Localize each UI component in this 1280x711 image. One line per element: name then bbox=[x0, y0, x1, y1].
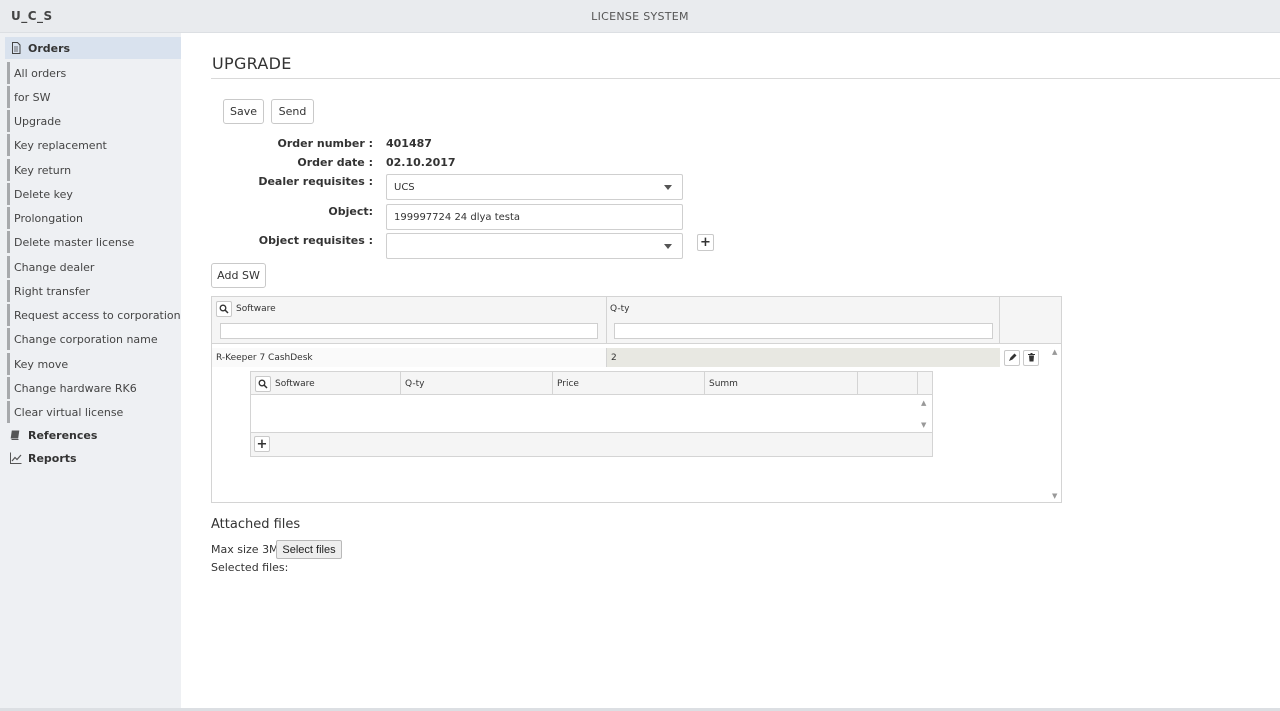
sidebar-item-delete-key[interactable]: Delete key bbox=[7, 183, 177, 205]
sidebar-item-change-corporation-name[interactable]: Change corporation name bbox=[7, 328, 177, 350]
sidebar-item-delete-master-license[interactable]: Delete master license bbox=[7, 231, 177, 253]
object-requisites-select[interactable] bbox=[386, 233, 683, 259]
software-filter-input[interactable] bbox=[220, 323, 598, 339]
sidebar-section-label: Reports bbox=[28, 451, 77, 465]
delete-row-button[interactable] bbox=[1023, 350, 1039, 366]
app-title: LICENSE SYSTEM bbox=[591, 10, 689, 23]
sidebar-item-request-access[interactable]: Request access to corporation bbox=[7, 304, 181, 326]
select-files-button[interactable]: Select files bbox=[276, 540, 342, 559]
top-bar: U_C_S LICENSE SYSTEM bbox=[0, 0, 1280, 33]
nested-grid-footer: + bbox=[251, 432, 932, 456]
nested-column-qty[interactable]: Q-ty bbox=[401, 372, 553, 395]
scroll-down-icon[interactable]: ▼ bbox=[921, 421, 926, 429]
add-sw-button[interactable]: Add SW bbox=[211, 263, 266, 288]
chart-line-icon bbox=[10, 452, 22, 464]
chevron-down-icon bbox=[664, 244, 672, 249]
add-nested-row-button[interactable]: + bbox=[254, 436, 270, 452]
software-grid: Software Q-ty R-Keeper 7 CashDesk 2 ▲ ▼ bbox=[211, 296, 1062, 503]
nested-column-actions bbox=[858, 372, 918, 395]
object-value: 199997724 24 dlya testa bbox=[394, 211, 521, 223]
sidebar-item-key-replacement[interactable]: Key replacement bbox=[7, 134, 177, 156]
cell-qty[interactable]: 2 bbox=[607, 348, 1000, 367]
nested-column-software[interactable]: Software bbox=[251, 372, 401, 395]
trash-icon bbox=[1027, 352, 1036, 365]
sidebar-section-label: Orders bbox=[28, 41, 71, 55]
column-label: Software bbox=[275, 378, 315, 389]
sidebar-section-orders[interactable]: Orders bbox=[5, 37, 181, 59]
search-icon[interactable] bbox=[216, 301, 232, 317]
sidebar-item-change-dealer[interactable]: Change dealer bbox=[7, 256, 177, 278]
object-label: Object: bbox=[328, 205, 373, 218]
sidebar: Orders All orders for SW Upgrade Key rep… bbox=[0, 33, 181, 711]
cell-software: R-Keeper 7 CashDesk bbox=[212, 348, 607, 367]
sidebar-section-reports[interactable]: Reports bbox=[5, 447, 181, 469]
order-date-label: Order date : bbox=[297, 156, 373, 169]
column-label: Q-ty bbox=[610, 304, 630, 314]
sidebar-item-key-move[interactable]: Key move bbox=[7, 353, 177, 375]
search-icon[interactable] bbox=[255, 375, 271, 392]
sidebar-section-label: References bbox=[28, 428, 98, 442]
nested-column-summ[interactable]: Summ bbox=[705, 372, 858, 395]
object-requisites-label: Object requisites : bbox=[258, 234, 373, 247]
sidebar-item-all-orders[interactable]: All orders bbox=[7, 62, 177, 84]
dealer-requisites-value: UCS bbox=[394, 181, 415, 193]
dealer-requisites-label: Dealer requisites : bbox=[258, 175, 373, 188]
main-content: UPGRADE Save Send Order number : 401487 … bbox=[181, 33, 1280, 711]
save-button[interactable]: Save bbox=[223, 99, 264, 124]
object-input[interactable]: 199997724 24 dlya testa bbox=[386, 204, 683, 230]
grid-header: Software Q-ty bbox=[212, 297, 1061, 344]
order-number-label: Order number : bbox=[277, 137, 373, 150]
attached-files-title: Attached files bbox=[211, 517, 301, 532]
page-title: UPGRADE bbox=[212, 54, 292, 73]
document-icon bbox=[10, 42, 22, 54]
column-qty[interactable]: Q-ty bbox=[607, 297, 1000, 344]
selected-files-label: Selected files: bbox=[211, 561, 289, 574]
max-size-label: Max size 3Mb bbox=[211, 543, 286, 556]
book-icon bbox=[10, 429, 22, 441]
plus-icon: + bbox=[256, 436, 268, 452]
sidebar-item-right-transfer[interactable]: Right transfer bbox=[7, 280, 177, 302]
dealer-requisites-select[interactable]: UCS bbox=[386, 174, 683, 200]
edit-row-button[interactable] bbox=[1004, 350, 1020, 366]
nested-software-grid: Software Q-ty Price Summ ▲ ▼ + bbox=[250, 371, 933, 457]
sidebar-item-change-hardware[interactable]: Change hardware RK6 bbox=[7, 377, 177, 399]
sidebar-item-clear-virtual-license[interactable]: Clear virtual license bbox=[7, 401, 177, 423]
chevron-down-icon bbox=[664, 185, 672, 190]
sidebar-section-references[interactable]: References bbox=[5, 424, 181, 446]
scroll-up-icon[interactable]: ▲ bbox=[921, 399, 926, 407]
send-button[interactable]: Send bbox=[271, 99, 314, 124]
scroll-down-icon[interactable]: ▼ bbox=[1052, 492, 1057, 500]
scroll-up-icon[interactable]: ▲ bbox=[1052, 348, 1057, 356]
qty-filter-input[interactable] bbox=[614, 323, 993, 339]
pencil-icon bbox=[1008, 352, 1017, 365]
order-date-value: 02.10.2017 bbox=[386, 156, 456, 169]
table-row[interactable]: R-Keeper 7 CashDesk 2 bbox=[212, 348, 1001, 367]
add-object-requisites-button[interactable]: + bbox=[697, 234, 714, 251]
plus-icon: + bbox=[700, 235, 711, 250]
nested-grid-header: Software Q-ty Price Summ bbox=[251, 372, 932, 395]
order-number-value: 401487 bbox=[386, 137, 432, 150]
sidebar-item-prolongation[interactable]: Prolongation bbox=[7, 207, 177, 229]
sidebar-item-key-return[interactable]: Key return bbox=[7, 159, 177, 181]
sidebar-item-upgrade[interactable]: Upgrade bbox=[7, 110, 177, 132]
column-label: Software bbox=[236, 304, 276, 314]
nested-column-price[interactable]: Price bbox=[553, 372, 705, 395]
column-software[interactable]: Software bbox=[212, 297, 607, 344]
sidebar-item-for-sw[interactable]: for SW bbox=[7, 86, 177, 108]
title-divider bbox=[211, 78, 1280, 79]
